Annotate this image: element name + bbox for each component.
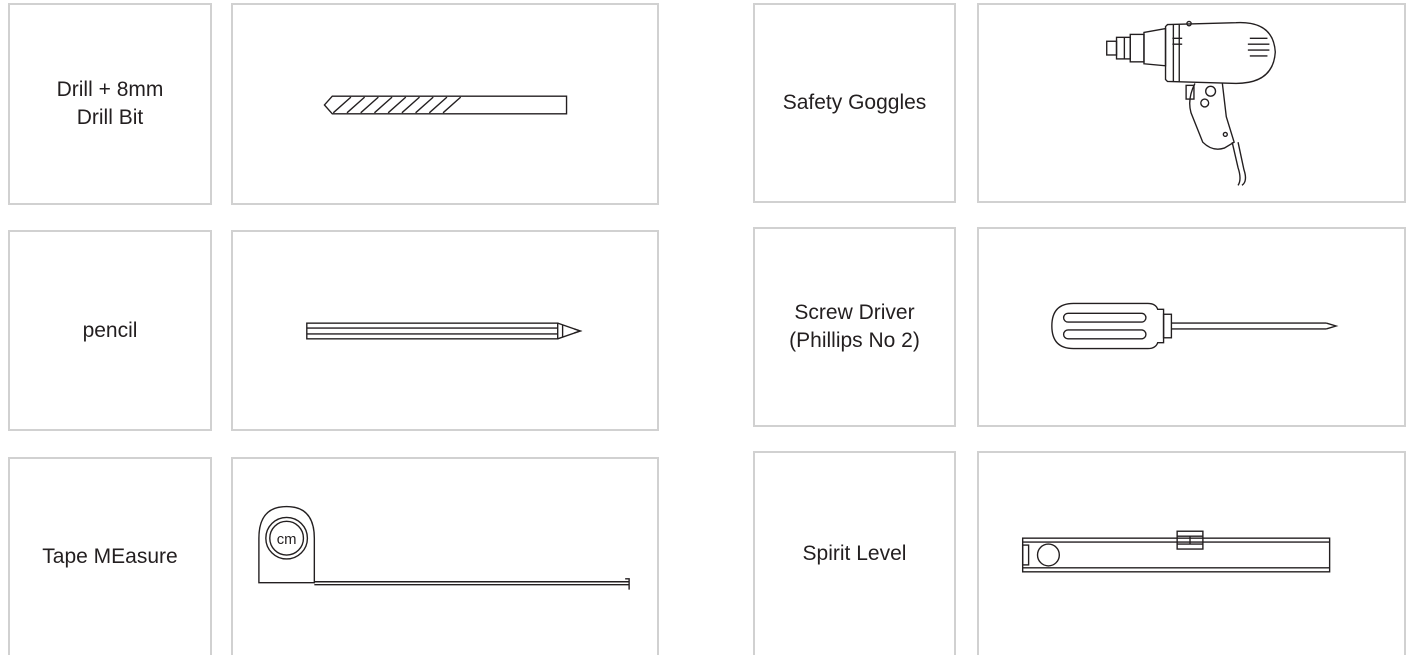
- tool-label-text: Safety Goggles: [782, 91, 927, 114]
- tool-label-text: Spirit Level: [802, 542, 907, 565]
- tool-label-tape-measure: Tape MEasure: [8, 457, 212, 655]
- screwdriver-icon: [1051, 302, 1339, 350]
- tool-label-safety-goggles: Safety Goggles: [753, 3, 956, 203]
- tape-unit-label: cm: [277, 532, 297, 548]
- power-drill-icon: [1106, 20, 1276, 186]
- tool-image-spirit-level: [977, 451, 1406, 655]
- spirit-level-icon: [1021, 530, 1331, 573]
- tool-label-drill: Drill + 8mm Drill Bit: [8, 3, 212, 205]
- tool-image-power-drill: [977, 3, 1406, 203]
- tool-label-text: Screw Driver (Phillips No 2): [789, 301, 920, 352]
- tool-label-pencil: pencil: [8, 230, 212, 431]
- tool-label-screwdriver: Screw Driver (Phillips No 2): [753, 227, 956, 427]
- tool-label-text: pencil: [82, 318, 138, 342]
- tool-label-text: Tape MEasure: [42, 545, 178, 568]
- tool-label-spirit-level: Spirit Level: [753, 451, 956, 655]
- tool-label-text: Drill + 8mm Drill Bit: [56, 78, 164, 129]
- tape-measure-icon: cm: [258, 505, 630, 590]
- tool-image-screwdriver: [977, 227, 1406, 427]
- drill-bit-icon: [323, 95, 568, 115]
- tool-image-drill-bit: [231, 3, 659, 205]
- tool-image-tape-measure: cm: [231, 457, 659, 655]
- pencil-icon: [306, 322, 583, 340]
- tool-image-pencil: [231, 230, 659, 431]
